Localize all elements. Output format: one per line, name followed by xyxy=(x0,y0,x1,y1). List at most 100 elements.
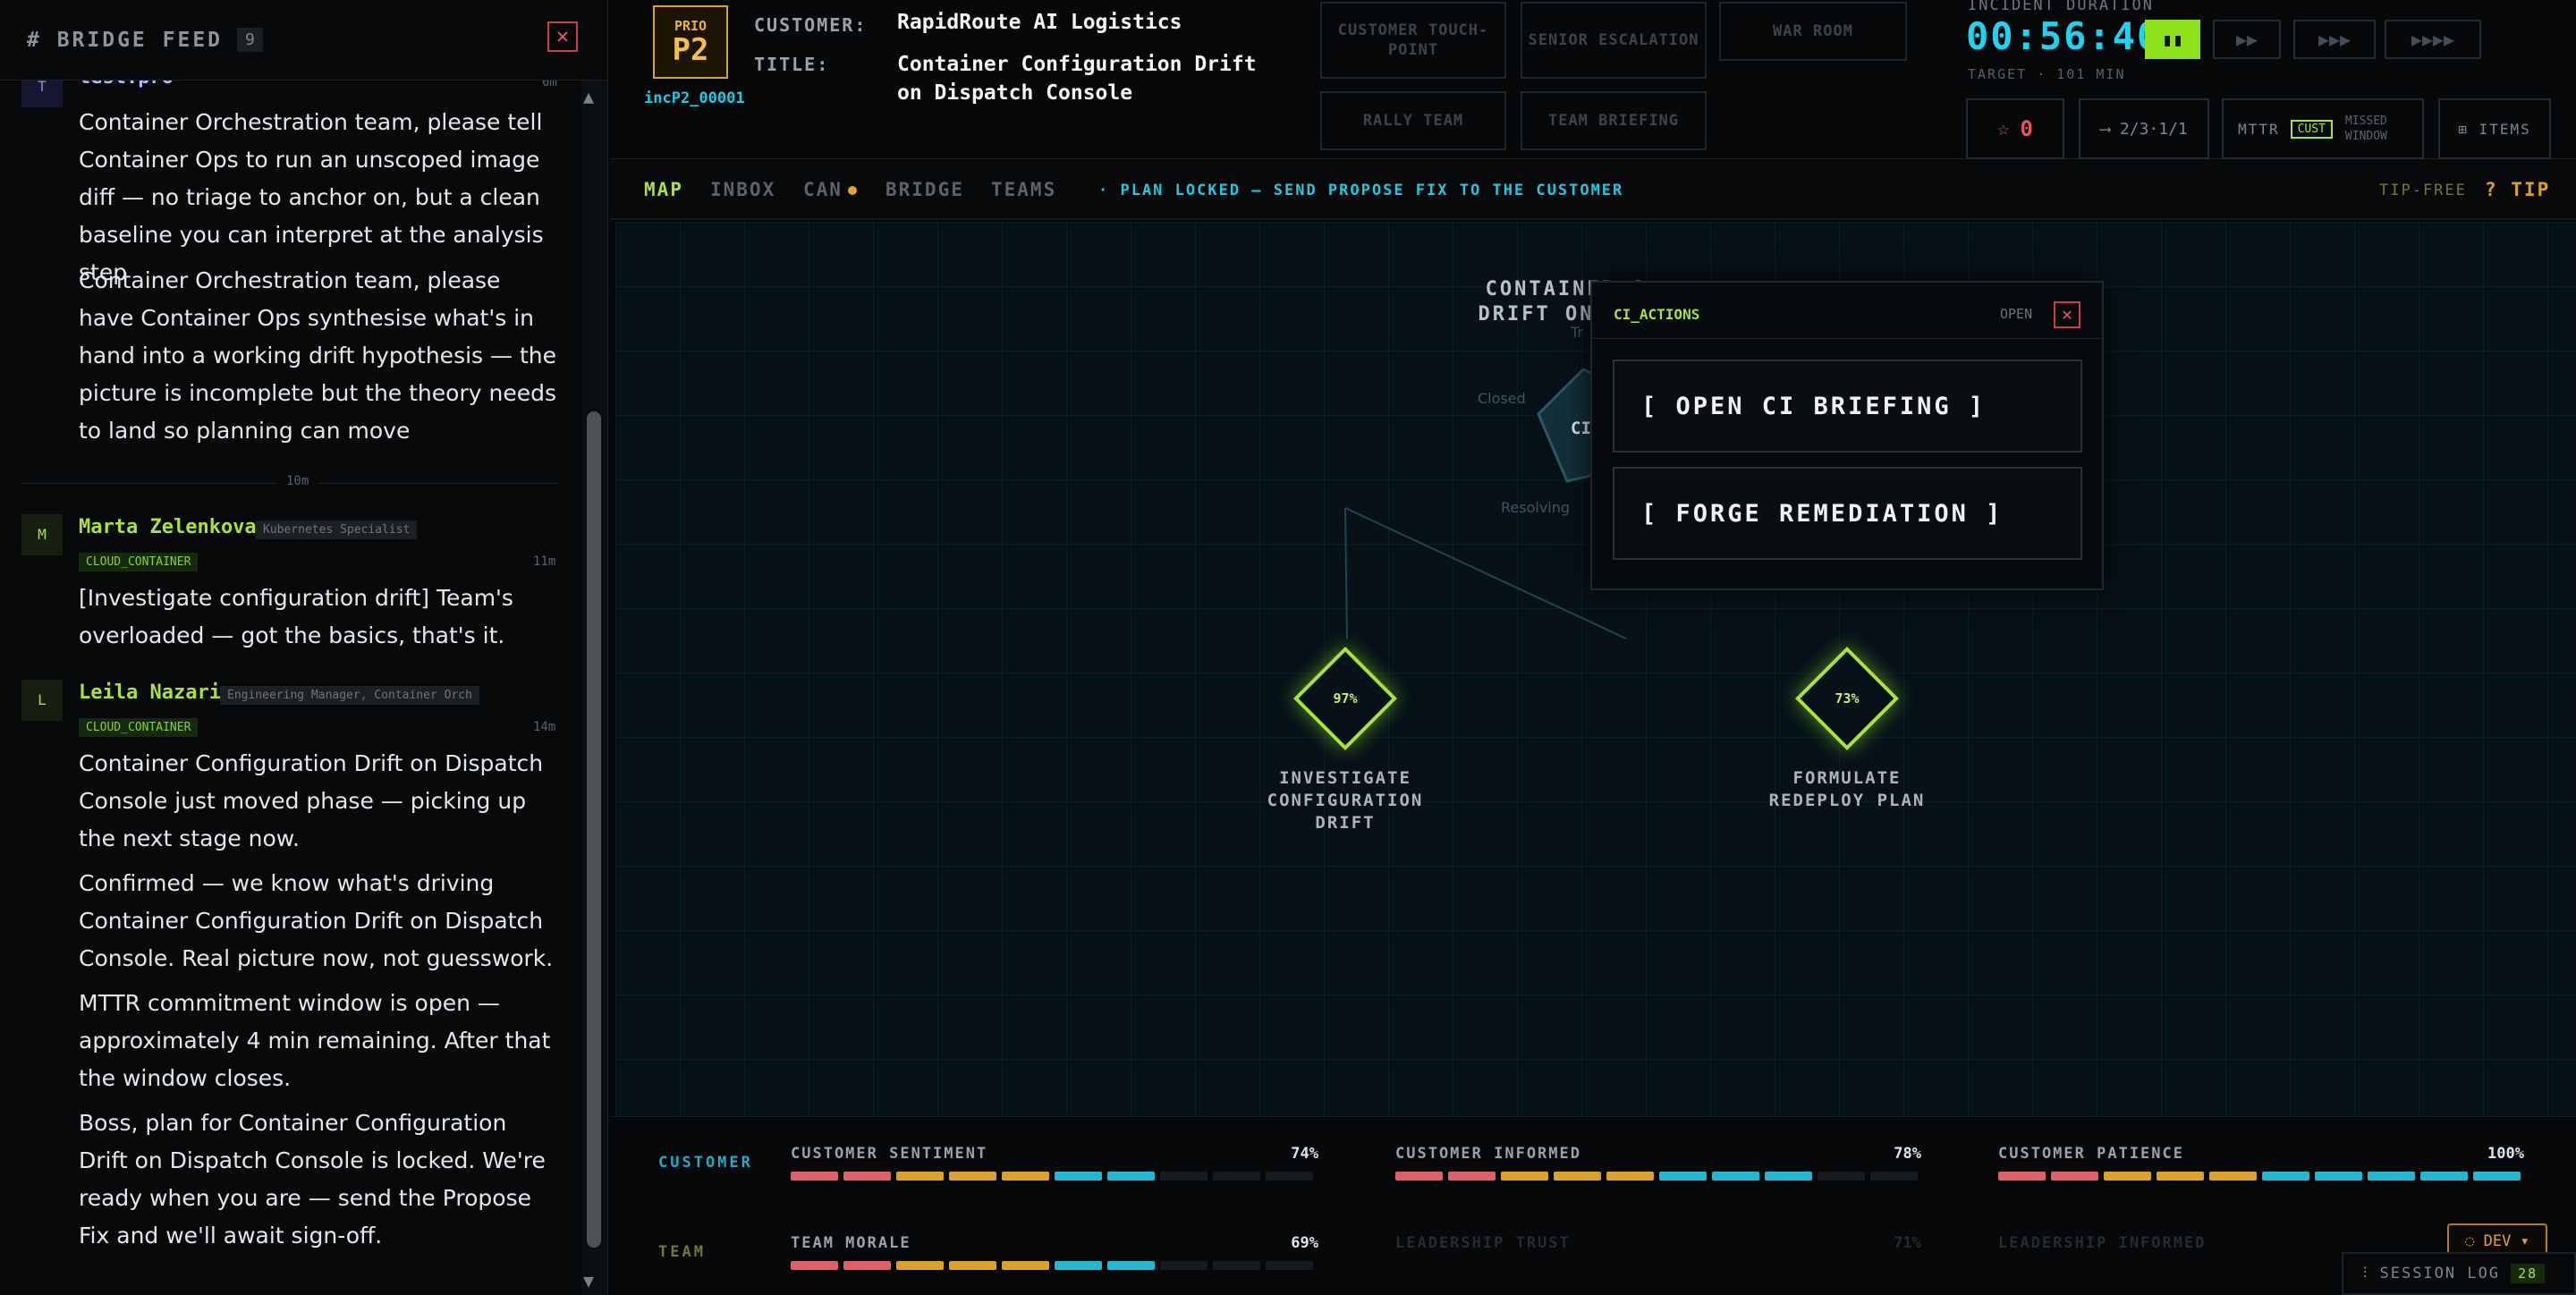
meter-label: CUSTOMER INFORMED xyxy=(1395,1145,1581,1163)
meter-value: 69% xyxy=(1291,1234,1318,1252)
author-role: Engineering Manager, Container Orch xyxy=(220,686,479,705)
popup-state: OPEN xyxy=(2000,306,2033,322)
pause-button[interactable]: ▮▮ xyxy=(2145,20,2200,59)
close-icon[interactable]: ✕ xyxy=(547,21,578,52)
scroll-down-icon[interactable]: ▼ xyxy=(583,1270,594,1291)
meter-segment xyxy=(2315,1172,2362,1181)
title-value: Container Configuration Drift on Dispatc… xyxy=(897,53,1257,105)
feed-message: [Investigate configuration drift] Team's… xyxy=(79,585,513,648)
tab-bridge[interactable]: BRIDGE xyxy=(886,179,964,200)
feed-message: Container Configuration Drift on Dispatc… xyxy=(79,750,544,851)
rally-team-button[interactable]: RALLY TEAM xyxy=(1320,91,1506,150)
tab-map[interactable]: MAP xyxy=(644,179,683,200)
target-duration: TARGET · 101 MIN xyxy=(1968,66,2126,82)
duration-value: 00:56:40 xyxy=(1966,14,2162,58)
speed-2x-button[interactable]: ▶▶ xyxy=(2213,20,2281,59)
task-label: INVESTIGATE CONFIGURATION DRIFT xyxy=(1267,768,1424,833)
meter-segment xyxy=(949,1261,996,1270)
feed-message: Boss, plan for Container Configuration D… xyxy=(79,1110,546,1248)
meter-segment xyxy=(1107,1261,1155,1270)
missed-window-label: MISSED WINDOW xyxy=(2344,114,2387,143)
tip-button[interactable]: ? TIP xyxy=(2485,179,2550,200)
meter-bar xyxy=(791,1172,1313,1181)
speed-4x-button[interactable]: ▶▶▶▶ xyxy=(2385,20,2481,59)
feed-scrollbar-thumb[interactable] xyxy=(587,411,601,1248)
tab-can[interactable]: CAN xyxy=(803,179,843,200)
session-log-button[interactable]: ⫶ SESSION LOG 28 xyxy=(2342,1252,2576,1295)
customer-touchpoint-button[interactable]: CUSTOMER TOUCH-POINT xyxy=(1320,2,1506,79)
tab-inbox[interactable]: INBOX xyxy=(710,179,775,200)
center-node-label[interactable]: CI xyxy=(1571,419,1591,438)
customer-value: RapidRoute AI Logistics xyxy=(897,11,1182,34)
meter-value: 100% xyxy=(2487,1145,2524,1163)
message-author: Leila Nazari xyxy=(79,681,221,704)
meter-segment xyxy=(1002,1261,1049,1270)
star-score[interactable]: ☆ 0 xyxy=(1966,98,2064,159)
message-time: 14m xyxy=(533,720,556,734)
feed-message: Container Orchestration team, please hav… xyxy=(79,267,556,444)
star-icon: ☆ xyxy=(1997,117,2010,140)
meter-label: TEAM MORALE xyxy=(791,1234,911,1252)
divider-label: 10m xyxy=(277,474,318,488)
meter-segment xyxy=(1606,1172,1654,1181)
bridge-feed-count: 9 xyxy=(237,28,263,52)
scroll-up-icon[interactable]: ▲ xyxy=(583,86,594,107)
plan-status: · PLAN LOCKED — SEND PROPOSE FIX TO THE … xyxy=(1098,182,1624,199)
can-notification-dot xyxy=(848,186,857,195)
phase-label: Resolving xyxy=(1501,499,1571,516)
meter-label: LEADERSHIP INFORMED xyxy=(1998,1234,2207,1252)
team-briefing-button[interactable]: TEAM BRIEFING xyxy=(1521,91,1707,150)
meter-segment xyxy=(2473,1172,2521,1181)
meter-segment xyxy=(949,1172,996,1181)
popup-divider xyxy=(1592,338,2102,339)
meter-segment xyxy=(1765,1172,1812,1181)
bridge-feed-header: # BRIDGE FEED 9 xyxy=(0,0,608,80)
meter-segment xyxy=(1160,1261,1208,1270)
meter-segment xyxy=(1266,1261,1313,1270)
meter-value: 74% xyxy=(1291,1145,1318,1163)
war-room-button[interactable]: WAR ROOM xyxy=(1719,2,1907,61)
message-time: 11m xyxy=(533,554,556,569)
meter-segment xyxy=(2051,1172,2098,1181)
mttr-indicator[interactable]: MTTR CUST MISSED WINDOW xyxy=(2222,98,2424,159)
mttr-label: MTTR xyxy=(2238,120,2280,138)
forge-remediation-button[interactable]: [ FORGE REMEDIATION ] xyxy=(1613,467,2082,560)
meter-segment xyxy=(2157,1172,2204,1181)
meter-segment xyxy=(1870,1172,1918,1181)
meter-bar xyxy=(791,1261,1313,1270)
feed-message: MTTR commitment window is open — approxi… xyxy=(79,990,551,1091)
meter-value: 71% xyxy=(1894,1234,1921,1252)
meter-segment xyxy=(1998,1172,2046,1181)
items-button[interactable]: ⊞ ITEMS xyxy=(2438,98,2551,159)
meter-segment xyxy=(1002,1172,1049,1181)
meter-value: 78% xyxy=(1894,1145,1921,1163)
bridge-feed-list: T test.pro 6m Container Orchestration te… xyxy=(0,80,581,1295)
cust-badge: CUST xyxy=(2290,119,2333,139)
close-icon[interactable]: ✕ xyxy=(2054,301,2080,328)
priority-value: P2 xyxy=(672,32,709,68)
message-author: Marta Zelenkova xyxy=(79,516,257,538)
meter-segment xyxy=(1712,1172,1759,1181)
session-log-label: ⫶ SESSION LOG xyxy=(2363,1265,2501,1282)
meter-label: LEADERSHIP TRUST xyxy=(1395,1234,1571,1252)
avatar: M xyxy=(21,514,63,555)
progress-ratio[interactable]: ⟶ 2/3·1/1 xyxy=(2079,98,2209,159)
open-ci-briefing-button[interactable]: [ OPEN CI BRIEFING ] xyxy=(1613,360,2082,453)
meter-segment xyxy=(1213,1172,1260,1181)
meter-segment xyxy=(1448,1172,1496,1181)
meter-segment xyxy=(1213,1261,1260,1270)
tab-teams[interactable]: TEAMS xyxy=(991,179,1056,200)
phase-label: Tr xyxy=(1571,324,1583,341)
incident-id: incP2_00001 xyxy=(644,89,745,107)
meter-bar xyxy=(1395,1172,1918,1181)
meter-row-label: CUSTOMER xyxy=(658,1154,753,1172)
speed-3x-button[interactable]: ▶▶▶ xyxy=(2293,20,2376,59)
meter-segment xyxy=(791,1261,838,1270)
meter-segment xyxy=(1554,1172,1601,1181)
meter-segment xyxy=(843,1172,891,1181)
bridge-feed-title: # BRIDGE FEED xyxy=(27,28,224,52)
priority-badge: PRIO P2 xyxy=(653,5,728,79)
avatar: L xyxy=(21,680,63,721)
senior-escalation-button[interactable]: SENIOR ESCALATION xyxy=(1521,2,1707,79)
meter-segment xyxy=(2262,1172,2309,1181)
